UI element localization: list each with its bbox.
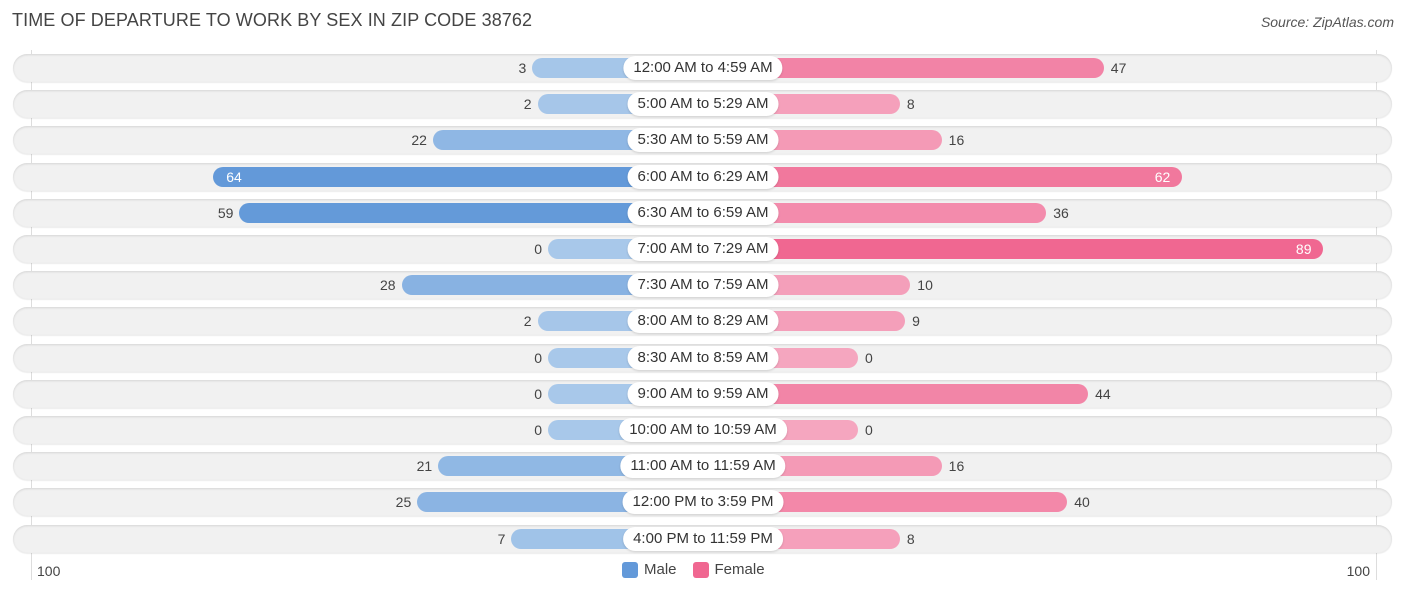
category-label: 7:00 AM to 7:29 AM [627,237,779,261]
male-value-label: 64 [226,168,242,185]
male-value-label: 21 [416,458,433,475]
category-label: 7:30 AM to 7:59 AM [627,273,779,298]
female-value-label: 89 [1295,241,1312,257]
female-value-label: 36 [1053,204,1069,221]
female-value-label: 9 [912,313,920,330]
female-value-label: 16 [948,458,965,475]
female-value-label: 0 [865,422,873,438]
legend-label-male: Male [644,561,677,578]
female-value-label: 0 [865,349,873,366]
category-label: 12:00 PM to 3:59 PM [622,490,784,515]
male-swatch [622,561,638,578]
category-label: 8:00 AM to 8:29 AM [627,309,779,334]
female-value-label: 62 [1154,168,1171,185]
female-bar [703,239,1324,259]
male-value-label: 22 [411,132,427,149]
female-value-label: 8 [906,96,915,113]
axis-right-label: 100 [1346,563,1370,579]
female-value-label: 40 [1074,494,1090,511]
male-value-label: 59 [217,204,234,221]
category-label: 6:30 AM to 6:59 AM [627,200,779,225]
male-value-label: 0 [534,349,542,366]
category-label: 8:30 AM to 8:59 AM [627,345,779,370]
axis-left-label: 100 [37,563,61,579]
legend: Male Female [622,561,781,578]
category-label: 5:00 AM to 5:29 AM [627,92,779,117]
male-value-label: 7 [497,530,506,547]
male-value-label: 0 [534,385,542,402]
category-label: 9:00 AM to 9:59 AM [627,381,779,406]
female-value-label: 16 [948,132,965,149]
male-value-label: 2 [523,313,532,330]
category-label: 11:00 AM to 11:59 AM [620,454,786,479]
female-value-label: 47 [1110,60,1127,76]
chart-title: TIME OF DEPARTURE TO WORK BY SEX IN ZIP … [12,10,533,30]
female-value-label: 8 [906,530,915,547]
male-value-label: 0 [534,241,542,257]
female-value-label: 10 [917,277,933,294]
male-value-label: 0 [534,422,542,438]
category-label: 4:00 PM to 11:59 PM [623,526,783,551]
legend-item-male: Male [622,561,677,578]
source-label: Source: ZipAtlas.com [1260,14,1394,30]
category-label: 6:00 AM to 6:29 AM [627,164,779,189]
legend-label-female: Female [714,561,765,578]
legend-item-female: Female [692,561,765,578]
male-value-label: 25 [395,494,412,511]
male-value-label: 3 [518,60,527,76]
category-label: 10:00 AM to 10:59 AM [619,418,787,442]
male-value-label: 28 [379,277,396,294]
female-value-label: 44 [1095,385,1111,402]
category-label: 12:00 AM to 4:59 AM [623,56,783,80]
female-swatch [692,561,709,578]
male-value-label: 2 [523,96,532,113]
category-label: 5:30 AM to 5:59 AM [627,128,779,153]
